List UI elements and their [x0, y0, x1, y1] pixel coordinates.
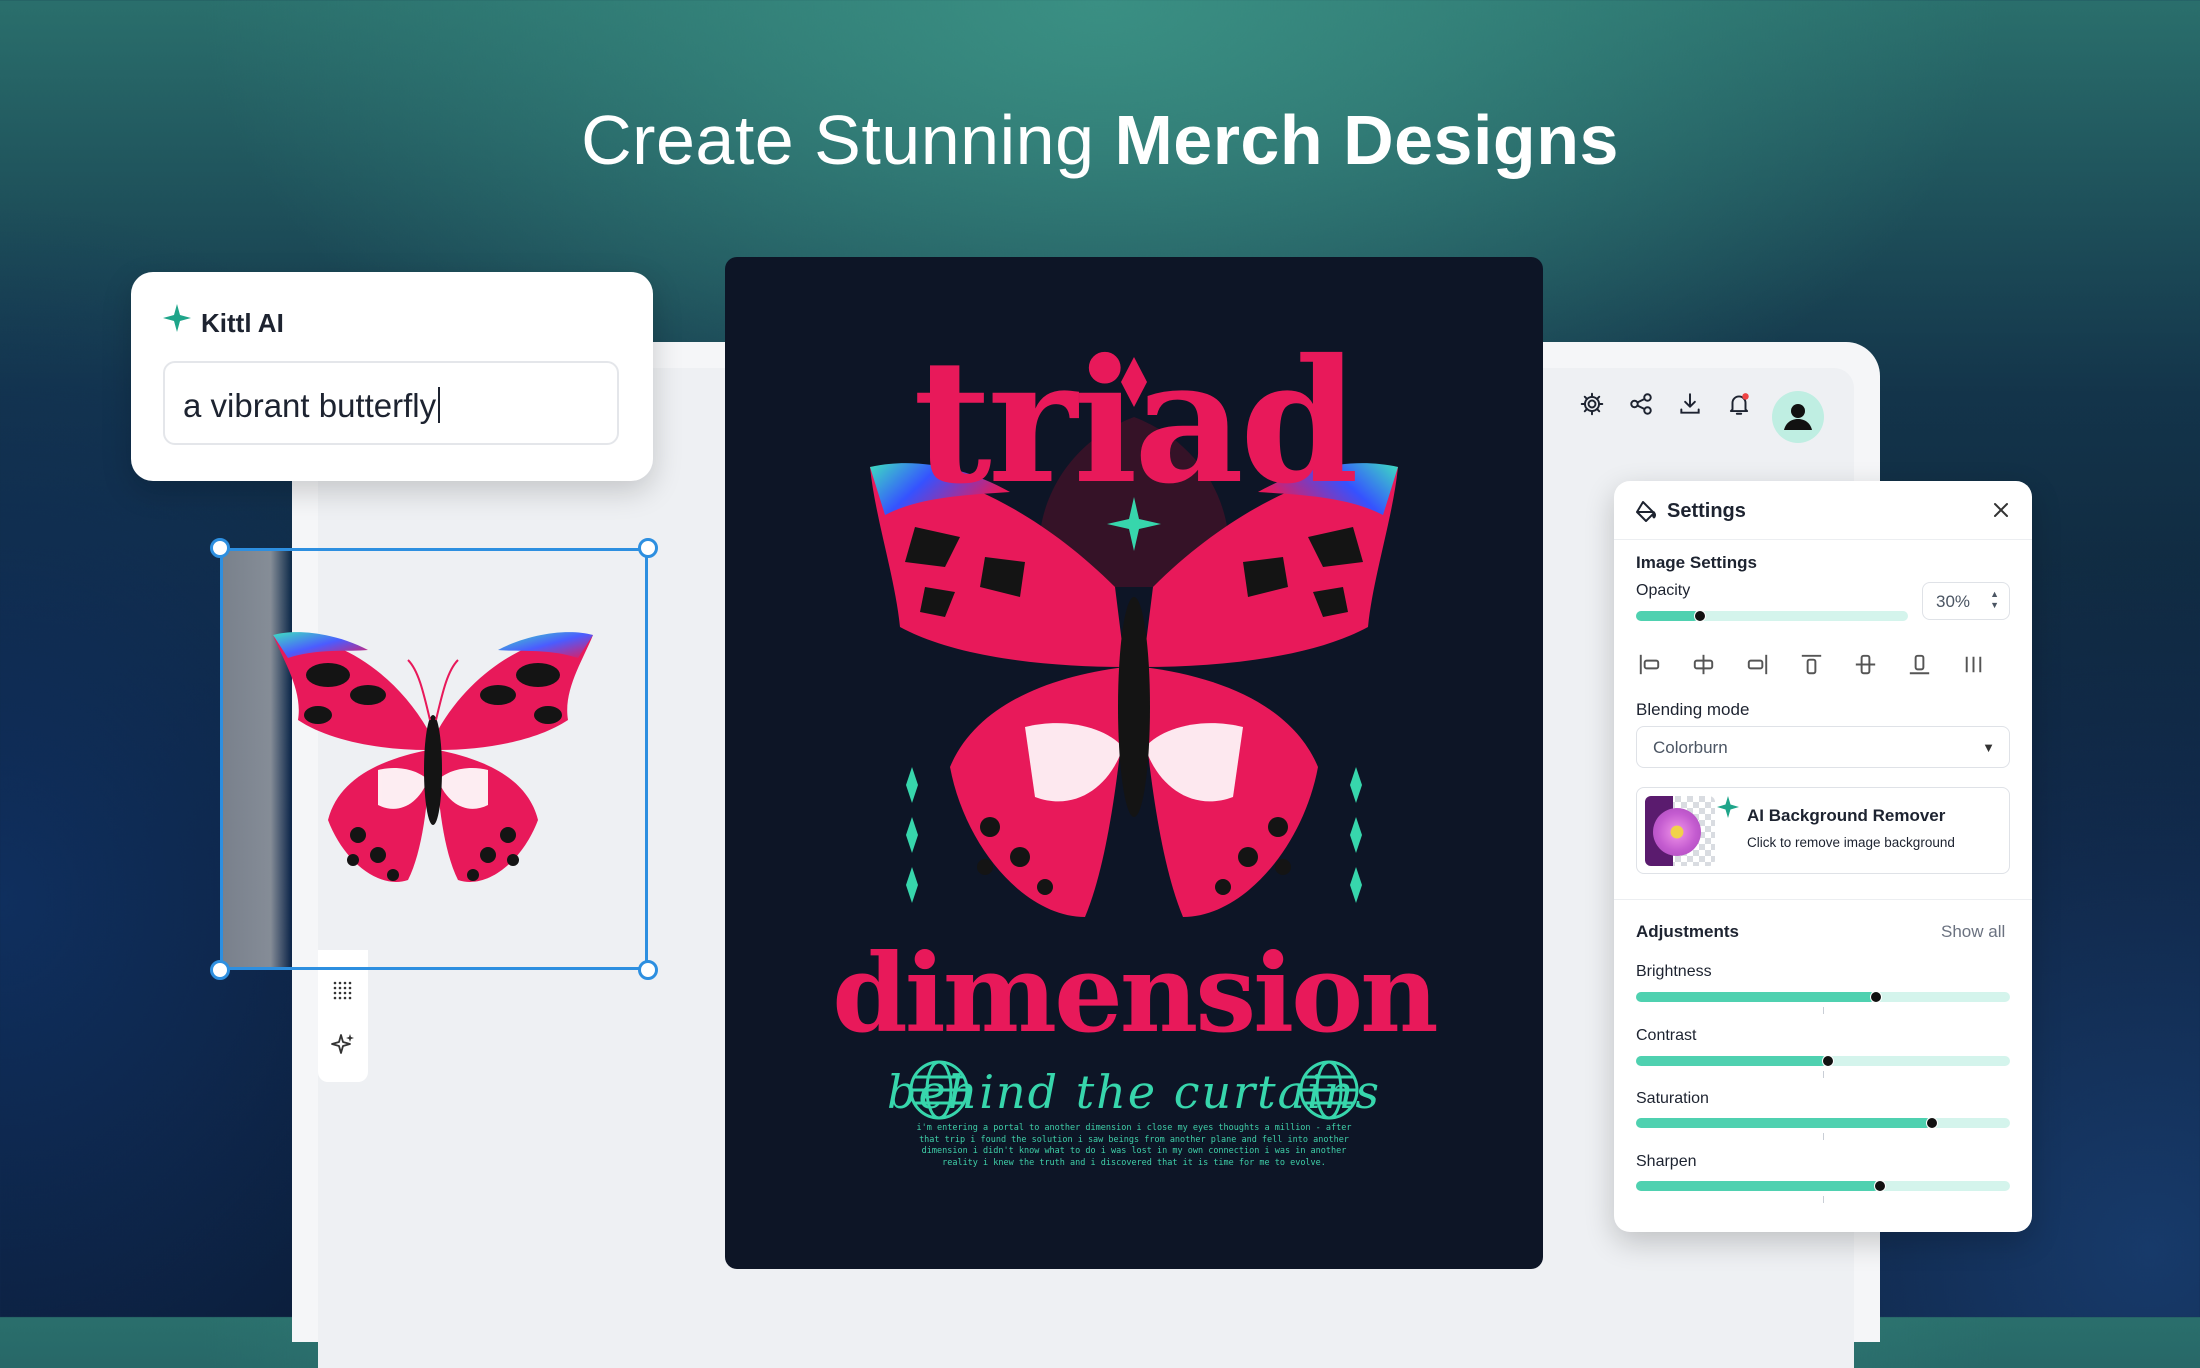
blending-mode-value: Colorburn — [1653, 738, 1728, 757]
poster-title-word1: triad — [913, 322, 1359, 522]
ai-prompt-input[interactable]: a vibrant butterfly — [163, 361, 619, 445]
sparkle-icon — [1717, 796, 1739, 818]
blending-mode-select[interactable]: Colorburn ▼ — [1636, 726, 2010, 768]
contrast-label: Contrast — [1636, 1027, 1697, 1044]
resize-handle-bottom-left[interactable] — [210, 960, 230, 980]
kittl-ai-card: Kittl AI a vibrant butterfly — [131, 272, 653, 481]
headline-light: Create Stunning — [581, 101, 1115, 179]
adjustments-label: Adjustments — [1636, 922, 1739, 941]
sharpen-slider[interactable] — [1636, 1180, 2010, 1192]
avatar[interactable] — [1772, 391, 1824, 443]
ai-card-title: Kittl AI — [201, 308, 284, 338]
paint-bucket-icon — [1636, 501, 1656, 522]
resize-handle-top-left[interactable] — [210, 538, 230, 558]
texture-icon[interactable] — [330, 978, 356, 1004]
poster-artboard[interactable]: triad dimension behind the curtains i'm … — [725, 257, 1543, 1269]
settings-header: Settings — [1614, 481, 2032, 540]
sparkle-icon — [163, 304, 191, 332]
bell-icon[interactable] — [1725, 390, 1752, 417]
brightness-slider-knob[interactable] — [1870, 991, 1883, 1003]
ai-bg-remover-subtitle: Click to remove image background — [1747, 835, 1955, 850]
distribute-icon[interactable] — [1958, 649, 1989, 680]
ai-prompt-value: a vibrant butterfly — [183, 387, 437, 424]
brightness-label: Brightness — [1636, 963, 1712, 980]
opacity-input[interactable]: 30% ▲ ▼ — [1922, 582, 2010, 620]
text-caret — [438, 387, 441, 423]
slider-center-tick — [1823, 1007, 1824, 1014]
align-bottom-icon[interactable] — [1904, 649, 1935, 680]
sharpen-label: Sharpen — [1636, 1153, 1697, 1170]
sharpen-slider-fill — [1636, 1181, 1880, 1191]
poster-tagline: behind the curtains — [887, 1065, 1381, 1119]
contrast-slider-knob[interactable] — [1821, 1055, 1834, 1067]
gear-icon[interactable] — [1578, 390, 1605, 417]
opacity-label: Opacity — [1636, 582, 1691, 599]
slider-center-tick — [1823, 1196, 1824, 1203]
slider-center-tick — [1823, 1133, 1824, 1140]
align-right-icon[interactable] — [1742, 649, 1773, 680]
bg-remover-thumbnail — [1645, 796, 1715, 866]
download-icon[interactable] — [1676, 390, 1703, 417]
resize-handle-top-right[interactable] — [638, 538, 658, 558]
brightness-slider-fill — [1636, 992, 1876, 1002]
saturation-slider[interactable] — [1636, 1117, 2010, 1129]
headline: Create Stunning Merch Designs — [0, 100, 2200, 180]
section-divider — [1614, 899, 2032, 900]
align-top-icon[interactable] — [1796, 649, 1827, 680]
poster-body-text: i'm entering a portal to another dimensi… — [916, 1123, 1352, 1168]
user-icon — [1784, 404, 1812, 430]
saturation-slider-knob[interactable] — [1926, 1117, 1939, 1129]
top-toolbar — [1578, 390, 1752, 417]
contrast-slider[interactable] — [1636, 1055, 2010, 1067]
sparkle-icon[interactable] — [330, 1032, 356, 1058]
headline-bold: Merch Designs — [1114, 101, 1619, 179]
align-left-icon[interactable] — [1634, 649, 1665, 680]
blending-mode-label: Blending mode — [1636, 700, 1750, 719]
chevron-down-icon: ▼ — [1982, 740, 1995, 755]
settings-title: Settings — [1667, 500, 1746, 522]
resize-handle-bottom-right[interactable] — [638, 960, 658, 980]
saturation-label: Saturation — [1636, 1090, 1709, 1107]
contrast-slider-fill — [1636, 1056, 1827, 1066]
opacity-slider-fill — [1636, 611, 1699, 621]
opacity-slider-knob[interactable] — [1693, 610, 1706, 622]
ai-bg-remover-title: AI Background Remover — [1747, 806, 1946, 825]
sharpen-slider-knob[interactable] — [1874, 1180, 1887, 1192]
settings-panel: Settings Image Settings Opacity 30% ▲ ▼ Bl… — [1614, 481, 2032, 1232]
show-all-link[interactable]: Show all — [1941, 922, 2005, 942]
poster-title-word2: dimension — [832, 931, 1438, 1057]
ai-background-remover-card[interactable]: AI Background Remover Click to remove im… — [1636, 787, 2010, 874]
alignment-toolbar — [1634, 649, 1989, 680]
align-middle-vertical-icon[interactable] — [1850, 649, 1881, 680]
flower-image — [1653, 808, 1701, 856]
image-settings-label: Image Settings — [1636, 553, 1757, 572]
align-center-horizontal-icon[interactable] — [1688, 649, 1719, 680]
brightness-slider[interactable] — [1636, 991, 2010, 1003]
opacity-value: 30% — [1936, 592, 1971, 611]
saturation-slider-fill — [1636, 1118, 1932, 1128]
stepper-arrows[interactable]: ▲ ▼ — [1990, 589, 1999, 611]
close-icon[interactable] — [1990, 499, 2012, 521]
slider-center-tick — [1823, 1071, 1824, 1078]
selection-box[interactable] — [220, 548, 648, 970]
share-icon[interactable] — [1627, 390, 1654, 417]
opacity-slider[interactable] — [1636, 610, 1908, 622]
